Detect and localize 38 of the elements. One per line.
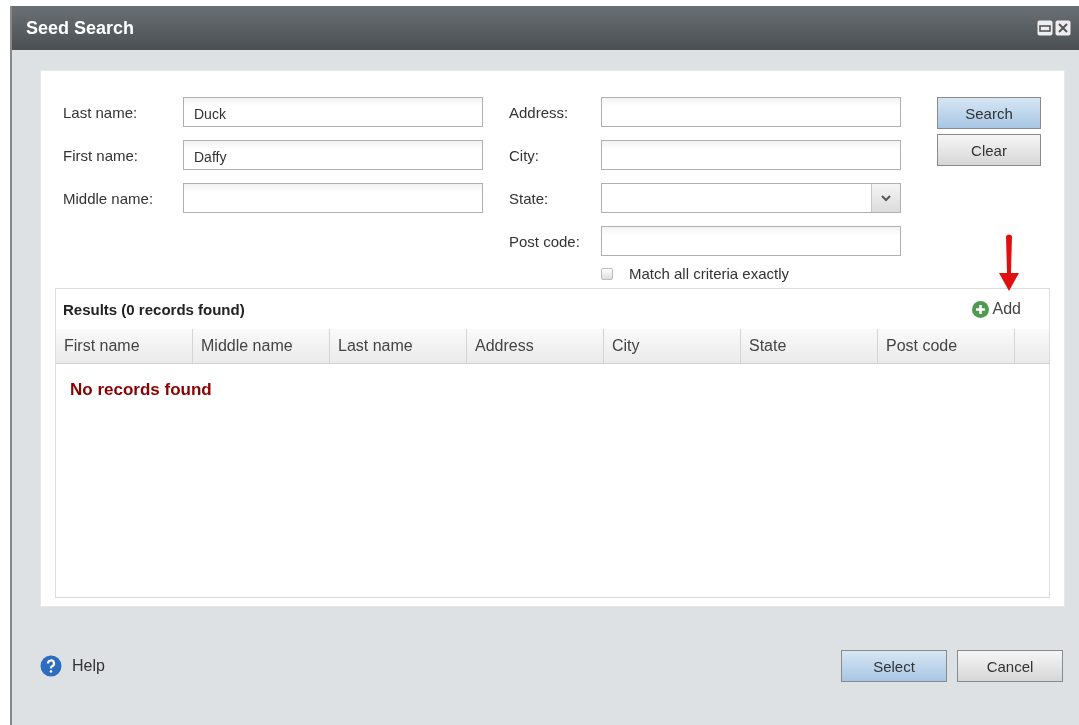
dialog-button[interactable]: Cancel	[957, 650, 1063, 682]
maximize-icon[interactable]	[1037, 20, 1053, 36]
state-dropdown[interactable]	[601, 183, 901, 213]
action-button[interactable]: Search	[937, 97, 1041, 129]
text-field[interactable]	[601, 97, 901, 127]
field-label: State:	[509, 189, 550, 207]
window-title: Seed Search	[26, 17, 136, 39]
checkbox-label: Match all criteria exactly	[629, 265, 790, 282]
text-field[interactable]: Duck	[183, 97, 483, 127]
empty-message: No records found	[69, 379, 213, 400]
help-link[interactable]: Help	[40, 655, 105, 677]
plus-icon	[971, 300, 989, 318]
field-label: Post code:	[509, 232, 581, 250]
text-field[interactable]: Daffy	[183, 140, 483, 170]
dialog-button[interactable]: Select	[841, 650, 947, 682]
column-header[interactable]: Last name	[330, 329, 467, 363]
chevron-down-icon	[881, 194, 891, 202]
field-label: Address:	[509, 103, 570, 121]
field-label: Middle name:	[63, 189, 155, 207]
results-title: Results (0 records found)	[63, 300, 245, 318]
text-field[interactable]	[183, 183, 483, 213]
checkbox[interactable]	[601, 267, 613, 280]
column-header[interactable]: First name	[56, 329, 193, 363]
field-label: City:	[509, 146, 540, 164]
column-header[interactable]: State	[741, 329, 878, 363]
column-header[interactable]: Middle name	[193, 329, 330, 363]
help-icon	[40, 655, 62, 677]
field-label: First name:	[63, 146, 139, 164]
column-header[interactable]: Address	[467, 329, 604, 363]
column-header[interactable]: City	[604, 329, 741, 363]
text-field[interactable]	[601, 226, 901, 256]
field-label: Last name:	[63, 103, 139, 121]
action-button[interactable]: Clear	[937, 134, 1041, 166]
text-field[interactable]	[601, 140, 901, 170]
column-header[interactable]: Post code	[878, 329, 1015, 363]
add-button[interactable]: Add	[971, 300, 1021, 318]
close-icon[interactable]	[1055, 20, 1071, 36]
pointer-arrow	[997, 233, 1021, 293]
